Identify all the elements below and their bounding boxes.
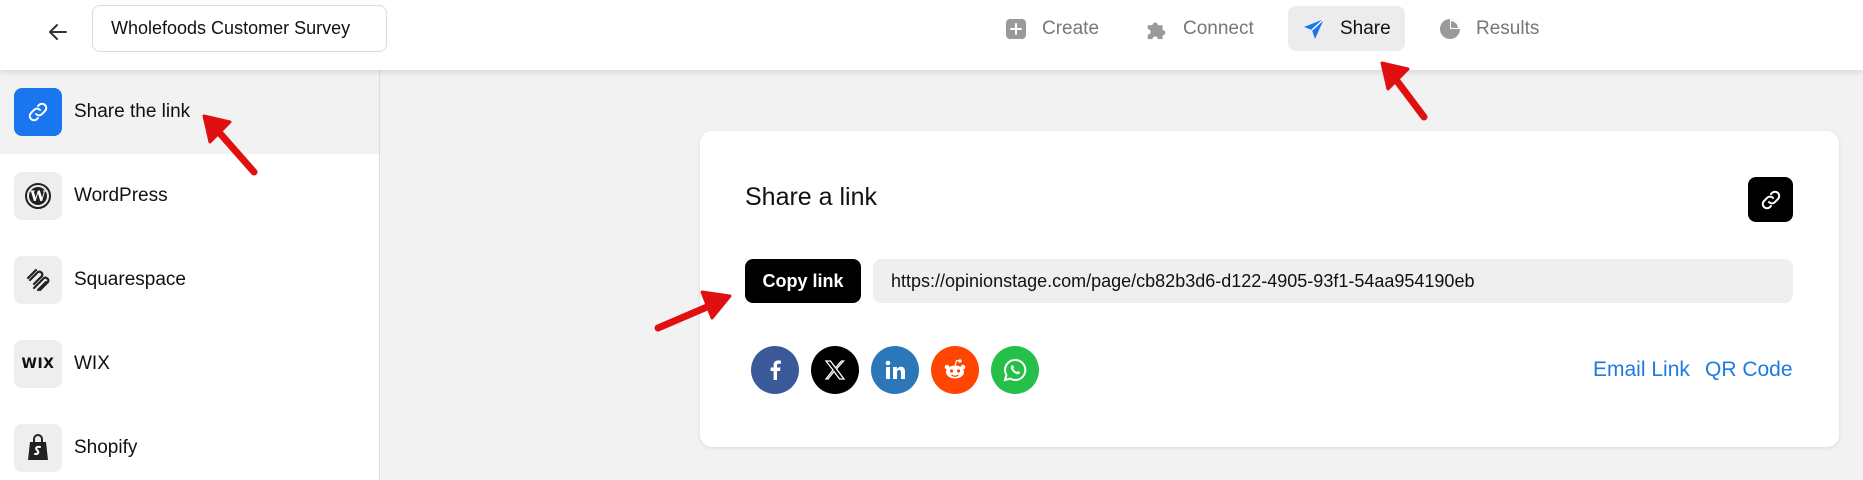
wix-icon-text: WIX [21, 356, 55, 372]
sidebar: Share the link W WordPress Squarespace W… [0, 70, 380, 480]
tab-connect[interactable]: Connect [1131, 6, 1268, 51]
squarespace-icon [14, 256, 62, 304]
wordpress-icon: W [14, 172, 62, 220]
tab-create[interactable]: Create [990, 6, 1113, 51]
link-icon [1761, 190, 1780, 209]
link-icon [14, 88, 62, 136]
qr-code-link[interactable]: QR Code [1705, 358, 1793, 382]
sidebar-item-squarespace[interactable]: Squarespace [0, 238, 379, 322]
facebook-share-button[interactable] [751, 346, 799, 394]
tab-share-label: Share [1340, 17, 1391, 39]
link-button[interactable] [1748, 177, 1793, 222]
tab-share[interactable]: Share [1288, 6, 1405, 51]
svg-text:W: W [29, 189, 46, 205]
sidebar-item-wordpress[interactable]: W WordPress [0, 154, 379, 238]
whatsapp-share-button[interactable] [991, 346, 1039, 394]
email-link[interactable]: Email Link [1593, 358, 1690, 382]
tab-create-label: Create [1042, 17, 1100, 39]
tab-results-label: Results [1476, 17, 1540, 39]
wix-icon: WIX [14, 340, 62, 388]
facebook-icon [770, 360, 781, 380]
tab-results[interactable]: Results [1424, 6, 1553, 51]
whatsapp-icon [1003, 358, 1027, 382]
tab-connect-label: Connect [1183, 17, 1254, 39]
sidebar-item-label: Shopify [74, 437, 138, 458]
reddit-icon [944, 359, 966, 379]
puzzle-icon [1145, 17, 1169, 41]
sidebar-item-wix[interactable]: WIX WIX [0, 322, 379, 406]
sidebar-item-label: WordPress [74, 185, 168, 206]
top-bar: Wholefoods Customer Survey Create Connec… [0, 0, 1863, 70]
share-url-input[interactable] [873, 259, 1793, 303]
sidebar-item-label: Share the link [74, 101, 191, 122]
arrow-left-icon [49, 24, 67, 40]
reddit-share-button[interactable] [931, 346, 979, 394]
linkedin-icon [885, 360, 905, 379]
copy-link-button[interactable]: Copy link [745, 259, 861, 303]
sidebar-item-label: WIX [74, 353, 110, 374]
sidebar-item-shopify[interactable]: Shopify [0, 406, 379, 480]
x-icon [824, 360, 846, 380]
plus-square-icon [1004, 17, 1028, 41]
x-share-button[interactable] [811, 346, 859, 394]
share-link-card: Share a link Copy link Email Link QR Cod… [700, 131, 1839, 447]
survey-title-field[interactable]: Wholefoods Customer Survey [92, 5, 387, 52]
sidebar-item-share-link[interactable]: Share the link [0, 70, 379, 154]
card-title: Share a link [745, 183, 878, 211]
sidebar-item-label: Squarespace [74, 269, 186, 290]
back-button[interactable] [40, 14, 76, 50]
paper-plane-icon [1302, 17, 1326, 41]
shopify-icon [14, 424, 62, 472]
pie-chart-icon [1438, 17, 1462, 41]
linkedin-share-button[interactable] [871, 346, 919, 394]
